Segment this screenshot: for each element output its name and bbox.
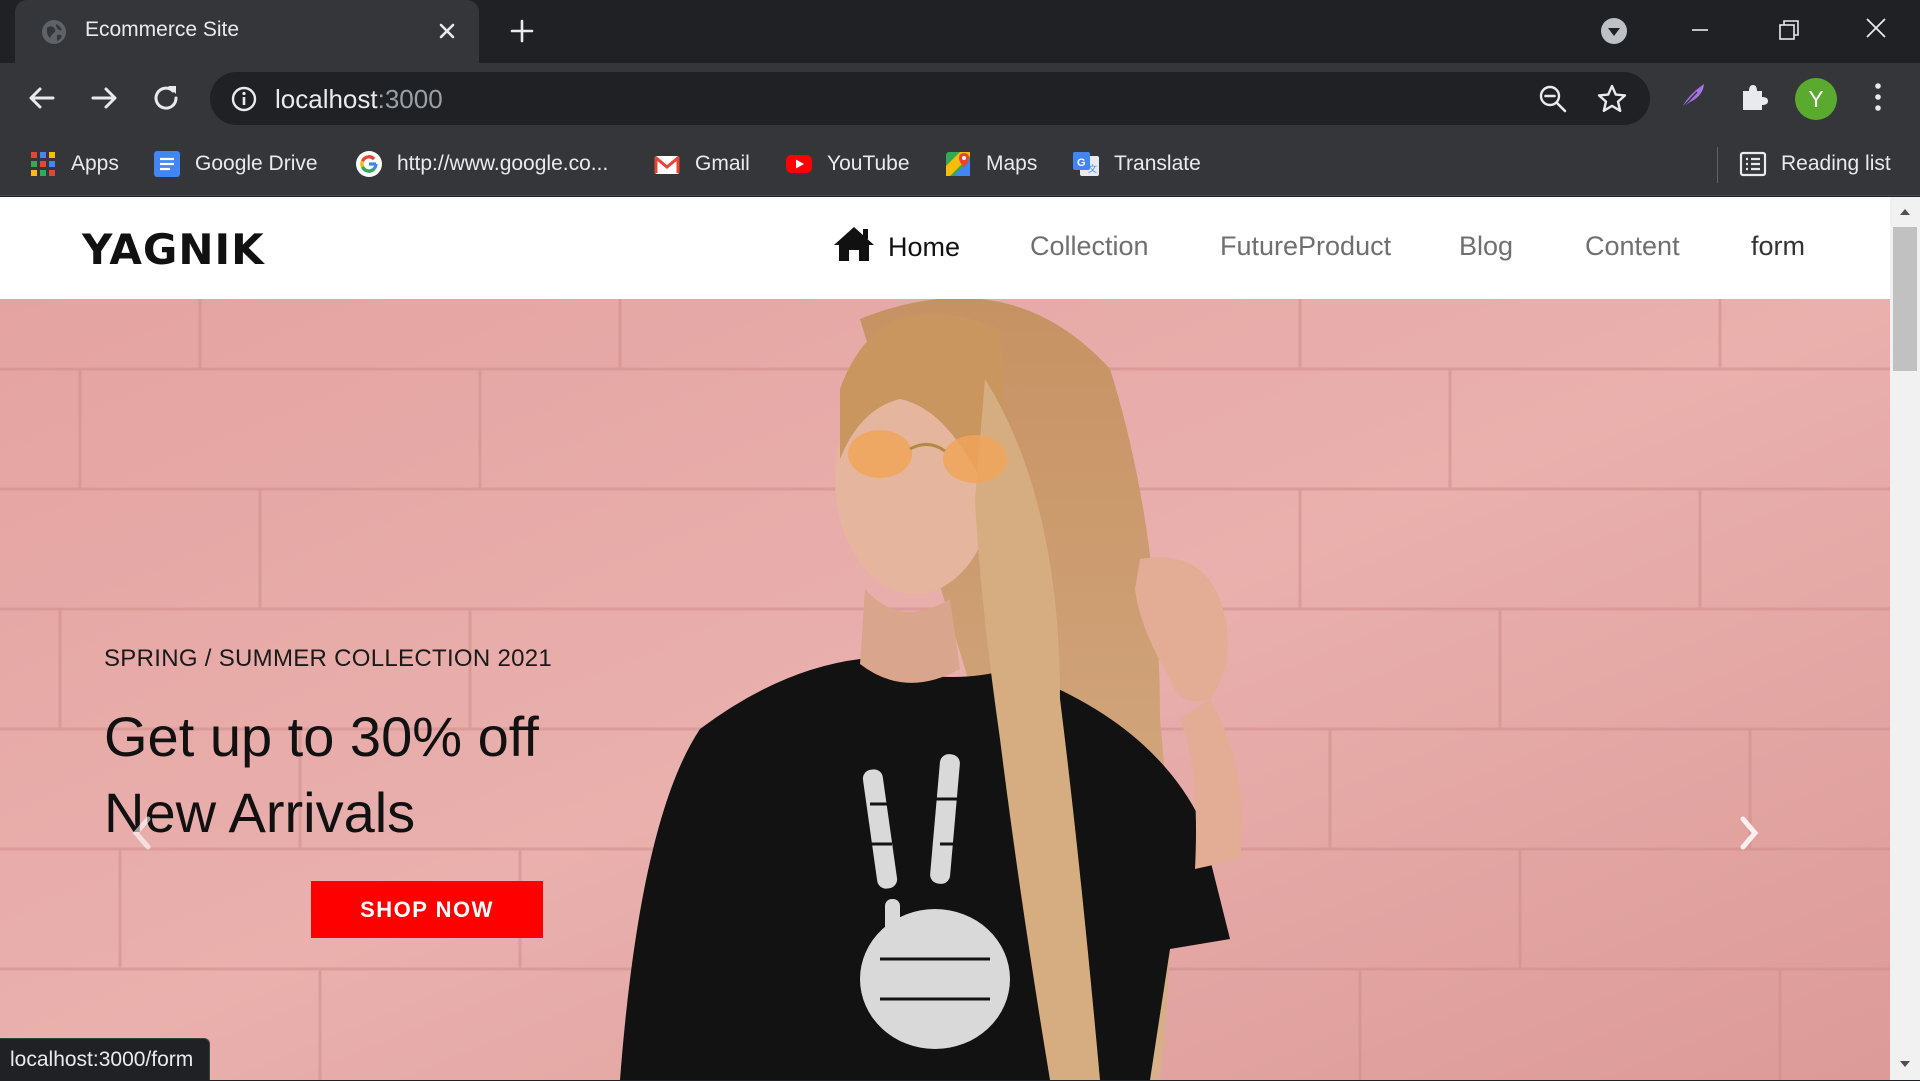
minimize-icon[interactable] bbox=[1686, 16, 1714, 44]
apps-grid-icon bbox=[31, 152, 55, 176]
close-tab-icon[interactable] bbox=[434, 18, 460, 44]
nav-content[interactable]: Content bbox=[1585, 231, 1680, 262]
youtube-icon bbox=[786, 155, 812, 173]
bookmark-maps[interactable]: Maps bbox=[944, 147, 1037, 181]
more-menu-icon[interactable] bbox=[1868, 80, 1888, 114]
bookmarks-bar: Apps Google Drive http://www.google.co..… bbox=[0, 133, 1920, 196]
maps-icon bbox=[946, 152, 970, 176]
bookmark-apps[interactable]: Apps bbox=[29, 147, 119, 181]
restore-icon[interactable] bbox=[1775, 16, 1803, 44]
bookmark-google-drive[interactable]: Google Drive bbox=[153, 147, 318, 181]
tab-search-icon[interactable] bbox=[1600, 17, 1628, 45]
new-tab-icon[interactable] bbox=[508, 17, 536, 45]
tab-title: Ecommerce Site bbox=[85, 18, 240, 41]
page-scrollbar[interactable] bbox=[1890, 197, 1920, 1080]
globe-icon bbox=[42, 20, 66, 44]
reading-list-icon bbox=[1739, 151, 1767, 177]
nav-blog[interactable]: Blog bbox=[1459, 231, 1513, 262]
feather-extension-icon[interactable] bbox=[1677, 80, 1709, 112]
nav-home[interactable]: Home bbox=[832, 225, 960, 263]
bookmark-youtube[interactable]: YouTube bbox=[785, 147, 910, 181]
link-status-bubble: localhost:3000/form bbox=[0, 1038, 211, 1080]
svg-text:G: G bbox=[1077, 157, 1086, 169]
forward-arrow-icon[interactable] bbox=[87, 81, 121, 115]
nav-future-product[interactable]: FutureProduct bbox=[1220, 231, 1391, 262]
url-text: localhost:3000 bbox=[275, 84, 443, 114]
translate-icon: G 文 bbox=[1073, 152, 1099, 176]
profile-avatar[interactable]: Y bbox=[1795, 78, 1837, 120]
address-bar[interactable]: localhost:3000 bbox=[210, 72, 1650, 125]
shop-now-button[interactable]: SHOP NOW bbox=[311, 881, 543, 938]
tab-strip: Ecommerce Site bbox=[0, 0, 1920, 63]
bookmarks-separator bbox=[1717, 147, 1718, 183]
scroll-down-arrow-icon[interactable] bbox=[1898, 1057, 1912, 1071]
zoom-out-icon[interactable] bbox=[1538, 84, 1568, 114]
page-viewport: YAGNIK Home Collection FutureProduct Blo… bbox=[0, 197, 1920, 1080]
extensions-puzzle-icon[interactable] bbox=[1739, 82, 1769, 112]
scroll-up-arrow-icon[interactable] bbox=[1898, 205, 1912, 219]
carousel-next-icon[interactable] bbox=[1735, 813, 1763, 853]
site-header: YAGNIK Home Collection FutureProduct Blo… bbox=[0, 197, 1890, 299]
reload-icon[interactable] bbox=[149, 81, 183, 115]
google-icon bbox=[356, 151, 382, 177]
back-arrow-icon[interactable] bbox=[25, 81, 59, 115]
site-logo[interactable]: YAGNIK bbox=[82, 225, 265, 274]
browser-toolbar: localhost:3000 bbox=[0, 63, 1920, 133]
browser-tab-active[interactable]: Ecommerce Site bbox=[15, 0, 479, 63]
nav-collection[interactable]: Collection bbox=[1030, 231, 1149, 262]
home-icon bbox=[834, 227, 874, 261]
info-icon[interactable] bbox=[230, 85, 258, 113]
bookmark-gmail[interactable]: Gmail bbox=[653, 147, 750, 181]
carousel-prev-icon[interactable] bbox=[128, 813, 156, 853]
window-close-icon[interactable] bbox=[1862, 14, 1890, 42]
hero-carousel: SPRING / SUMMER COLLECTION 2021 Get up t… bbox=[0, 299, 1890, 1080]
scrollbar-thumb[interactable] bbox=[1893, 227, 1917, 371]
google-docs-icon bbox=[154, 151, 180, 177]
bookmark-google[interactable]: http://www.google.co... bbox=[355, 147, 608, 181]
gmail-icon bbox=[654, 155, 680, 174]
bookmark-translate[interactable]: G 文 Translate bbox=[1072, 147, 1201, 181]
reading-list-button[interactable]: Reading list bbox=[1739, 147, 1891, 181]
nav-form[interactable]: form bbox=[1751, 231, 1805, 262]
hero-image bbox=[0, 299, 1890, 1080]
hero-headline: Get up to 30% off New Arrivals bbox=[104, 705, 539, 844]
svg-text:文: 文 bbox=[1088, 163, 1097, 174]
bookmark-star-icon[interactable] bbox=[1596, 83, 1628, 115]
hero-eyebrow: SPRING / SUMMER COLLECTION 2021 bbox=[104, 645, 553, 672]
